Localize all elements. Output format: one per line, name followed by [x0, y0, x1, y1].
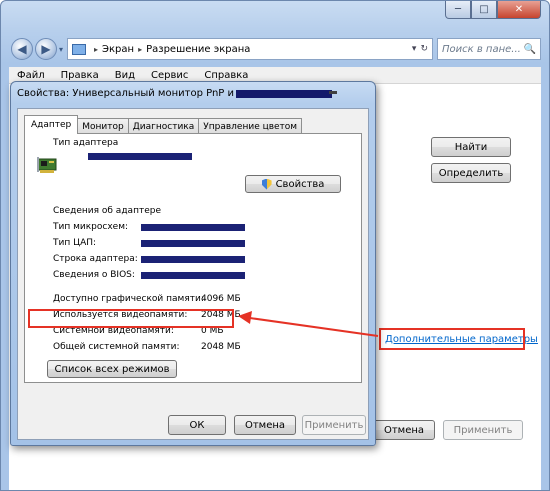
annotation-arrow-layer	[238, 311, 379, 337]
annotation-arrow-head	[238, 311, 252, 324]
annotation-arrow-line	[249, 317, 379, 337]
tab-adapter[interactable]: Адаптер	[24, 115, 79, 134]
